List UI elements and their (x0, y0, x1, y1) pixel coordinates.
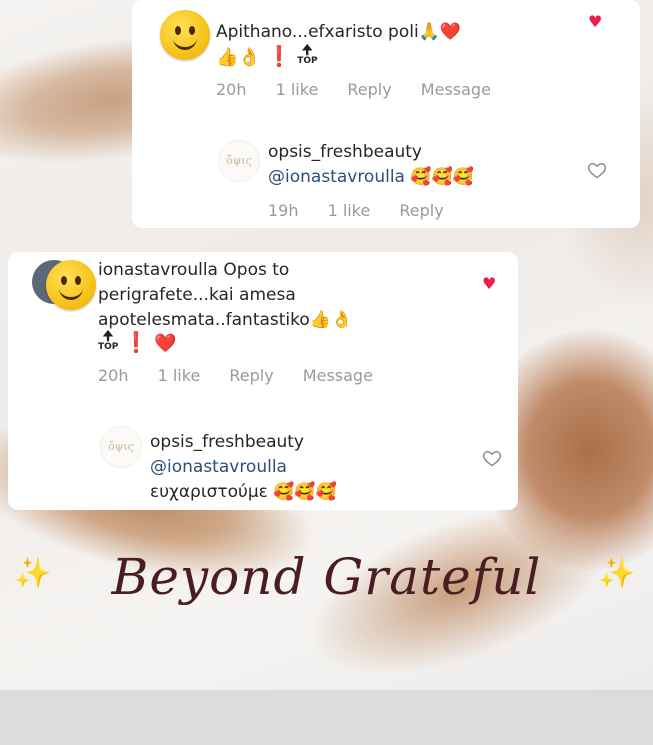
like-heart-icon[interactable] (587, 160, 607, 180)
top-icon: 🠉 TOP (98, 329, 119, 352)
liked-heart-icon[interactable]: ♥ (482, 274, 496, 293)
emoji-hearts: 🥰🥰🥰 (410, 167, 474, 187)
comment-username[interactable]: ionastavroulla (98, 260, 218, 280)
smiley-avatar[interactable] (160, 10, 210, 60)
comment-likes[interactable]: 1 like (158, 366, 201, 385)
story-caption: Beyond Grateful (111, 548, 542, 606)
reply-text: opsis_freshbeauty @ionastavroulla 🥰🥰🥰 (268, 140, 474, 190)
mention-link[interactable]: @ionastavroulla (150, 455, 337, 480)
comment-time: 20h (98, 366, 129, 385)
comment-meta: 20h 1 like Reply Message (216, 80, 515, 99)
exclamation-icon: ❗ (266, 44, 292, 68)
reply-text: opsis_freshbeauty @ionastavroulla ευχαρι… (150, 430, 337, 502)
message-button[interactable]: Message (421, 80, 491, 99)
reply-time: 19h (268, 201, 299, 220)
comment-likes[interactable]: 1 like (276, 80, 319, 99)
comment-time: 20h (216, 80, 247, 99)
comment-emojis: 🠉 TOP ❗ ❤️ (98, 330, 177, 354)
smiley-avatar (46, 260, 96, 310)
exclamation-icon: ❗ (123, 330, 149, 354)
message-button[interactable]: Message (303, 366, 373, 385)
reply-button[interactable]: Reply (347, 80, 391, 99)
bottom-band (0, 690, 653, 745)
reply-likes[interactable]: 1 like (328, 201, 371, 220)
brand-avatar[interactable]: ὄψις (100, 426, 142, 468)
reply-username[interactable]: opsis_freshbeauty (150, 430, 337, 455)
reply-button[interactable]: Reply (229, 366, 273, 385)
comment-meta: 20h 1 like Reply Message (98, 366, 397, 385)
like-heart-icon[interactable] (482, 448, 502, 468)
sparkle-icon: ✨ (598, 556, 636, 591)
emoji-pray-heart: 🙏❤️ (418, 22, 462, 42)
mention-link[interactable]: @ionastavroulla (268, 167, 405, 187)
reply-meta: 19h 1 like Reply (268, 201, 468, 220)
top-icon: 🠉 TOP (297, 43, 318, 66)
comment-text: ionastavroulla Opos to perigrafete...kai… (98, 260, 353, 330)
comment-card-2: ionastavroulla Opos to perigrafete...kai… (8, 252, 518, 510)
reply-button[interactable]: Reply (399, 201, 443, 220)
red-heart-icon: ❤️ (154, 333, 177, 354)
comment-card-1: Apithano...efxaristo poli🙏❤️ 👍👌 ❗ 🠉 TOP ♥… (132, 0, 640, 228)
brand-avatar[interactable]: ὄψις (218, 140, 260, 182)
emoji-thumbs-ok: 👍👌 (309, 310, 353, 330)
reply-username[interactable]: opsis_freshbeauty (268, 140, 474, 165)
comment-emojis: 👍👌 ❗ 🠉 TOP (216, 43, 318, 68)
comment-text: Apithano...efxaristo poli🙏❤️ (216, 22, 462, 42)
emoji-hearts: 🥰🥰🥰 (273, 482, 337, 502)
liked-heart-icon[interactable]: ♥ (588, 12, 602, 31)
